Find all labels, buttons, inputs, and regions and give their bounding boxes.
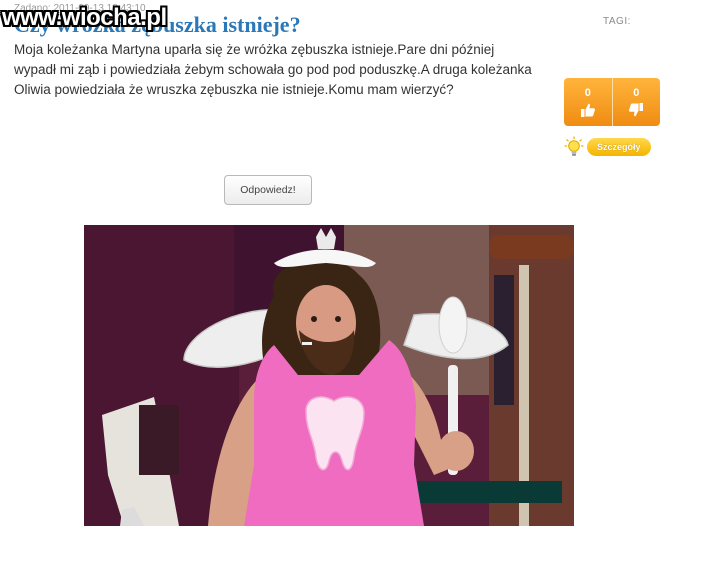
vote-up-count: 0 <box>584 87 591 99</box>
vote-box: 0 0 <box>564 78 660 126</box>
tooth-fairy-photo <box>84 225 574 526</box>
question-body: Moja koleżanka Martyna uparła się że wró… <box>14 42 532 97</box>
thumbs-up-icon <box>580 103 595 117</box>
lightbulb-icon <box>564 136 584 156</box>
vote-down-button[interactable]: 0 <box>611 78 661 126</box>
answer-button[interactable]: Odpowiedz! <box>224 175 312 205</box>
watermark-logo: www.wiocha.pl <box>2 4 167 31</box>
vote-down-count: 0 <box>633 87 640 99</box>
details-row: Szczegóły <box>564 136 651 158</box>
thumbs-down-icon <box>629 103 644 117</box>
details-button[interactable]: Szczegóły <box>587 138 651 156</box>
tags-label: TAGI: <box>603 16 631 27</box>
vote-up-button[interactable]: 0 <box>564 78 612 126</box>
